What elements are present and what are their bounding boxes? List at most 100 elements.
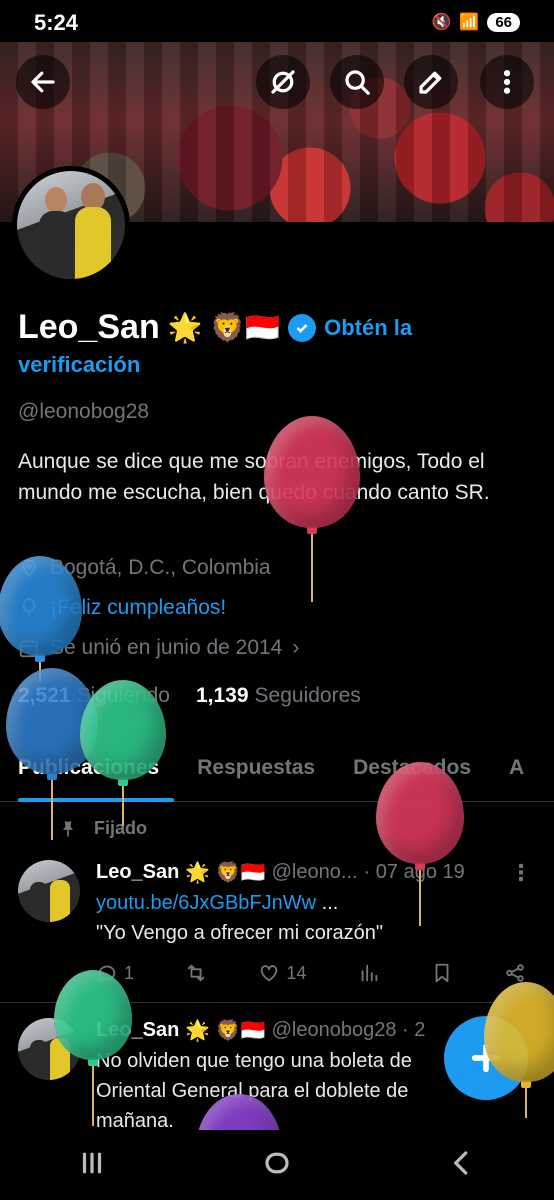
tab-publicaciones[interactable]: Publicaciones xyxy=(0,746,174,802)
post-author-handle: @leonobog28 · 2 xyxy=(271,1019,426,1041)
post-author-emojis: 🌟 🦁🇮🇩 xyxy=(185,1020,266,1042)
reply-count: 1 xyxy=(124,962,135,983)
grok-button[interactable] xyxy=(256,55,310,109)
post-text: "Yo Vengo a ofrecer mi corazón" xyxy=(96,922,383,944)
tab-label: A xyxy=(509,756,525,779)
like-button[interactable]: 14 xyxy=(258,962,306,984)
followers-link[interactable]: 1,139 Seguidores xyxy=(196,684,361,708)
search-icon xyxy=(345,70,370,95)
reply-button[interactable]: 1 xyxy=(96,962,134,984)
tab-label: Destacados xyxy=(353,756,471,779)
tab-label: Publicaciones xyxy=(18,756,160,779)
repost-button[interactable] xyxy=(185,962,207,984)
post-body: No olviden que tengo una boleta de Orien… xyxy=(96,1046,412,1130)
profile-avatar[interactable] xyxy=(12,166,130,284)
post-header: Leo_San 🌟 🦁🇮🇩 @leono... · 07 ago 19 xyxy=(96,860,465,885)
balloon-decoration xyxy=(264,416,360,602)
birthday-text[interactable]: ¡Feliz cumpleaños! xyxy=(50,596,226,620)
followers-count: 1,139 xyxy=(195,684,249,707)
joined-text: Se unió en junio de 2014 xyxy=(50,636,283,659)
system-navigation-bar xyxy=(0,1130,554,1200)
status-icons: 🔇 📶 66 xyxy=(431,12,520,32)
post-author-emojis: 🌟 🦁🇮🇩 xyxy=(185,862,266,884)
edit-icon xyxy=(419,71,442,94)
plus-icon xyxy=(471,1043,501,1073)
wifi-icon: 📶 xyxy=(459,14,480,31)
post-divider xyxy=(0,1002,554,1003)
profile-bio: Aunque se dice que me sobran enemigos, T… xyxy=(18,450,490,504)
tab-label: Respuestas xyxy=(197,756,316,779)
like-icon xyxy=(261,965,278,982)
profile-handle: @leonobog28 xyxy=(18,400,150,423)
post-link[interactable]: youtu.be/6JxGBbFJnWw xyxy=(96,892,316,914)
balloon-icon xyxy=(22,597,36,618)
recent-apps-icon xyxy=(83,1152,102,1173)
battery-badge: 66 xyxy=(487,12,520,32)
recent-apps-button[interactable] xyxy=(77,1148,107,1183)
post-text-line: No olviden que tengo una boleta de xyxy=(96,1050,412,1072)
share-button[interactable] xyxy=(504,962,526,984)
views-button[interactable] xyxy=(358,962,380,984)
like-count: 14 xyxy=(286,962,307,983)
chevron-right-icon: › xyxy=(292,636,300,659)
pin-icon xyxy=(63,821,73,836)
following-link[interactable]: 2,521 Siguiendo xyxy=(18,684,170,708)
get-verified-link-continued[interactable]: verificación xyxy=(18,352,140,378)
active-tab-indicator xyxy=(18,798,174,802)
post-avatar[interactable] xyxy=(18,1018,80,1080)
profile-joined[interactable]: Se unió en junio de 2014 › xyxy=(18,636,299,660)
views-icon xyxy=(361,964,377,982)
post-text-line: mañana. xyxy=(96,1110,174,1130)
pinned-indicator: Fijado xyxy=(58,818,147,839)
verified-badge-icon[interactable] xyxy=(288,313,317,342)
post-link-suffix: ... xyxy=(316,892,339,914)
tab-destacados[interactable]: Destacados xyxy=(315,746,471,801)
reply-icon xyxy=(98,965,116,982)
follow-stats: 2,521 Siguiendo 1,139 Seguidores xyxy=(18,684,361,708)
tab-more[interactable]: A xyxy=(471,746,524,801)
calendar-icon xyxy=(19,639,39,658)
bookmark-icon xyxy=(435,963,449,983)
search-button[interactable] xyxy=(330,55,384,109)
bookmark-button[interactable] xyxy=(431,962,453,984)
back-arrow-icon xyxy=(31,71,55,93)
post-header: Leo_San 🌟 🦁🇮🇩 @leonobog28 · 2 xyxy=(96,1018,425,1043)
post-author-name: Leo_San xyxy=(96,861,180,883)
home-icon xyxy=(265,1152,289,1173)
profile-name: Leo_San xyxy=(18,308,160,346)
retweet-icon xyxy=(187,964,205,982)
chevron-left-icon xyxy=(453,1150,468,1175)
post-more-button[interactable]: ⋮ xyxy=(510,860,532,886)
profile-name-row: Leo_San 🌟 🦁🇮🇩 Obtén la xyxy=(18,308,412,347)
profile-tabs: Publicaciones Respuestas Destacados A xyxy=(0,746,554,802)
location-icon xyxy=(22,559,36,578)
more-options-button[interactable] xyxy=(480,55,534,109)
more-icon xyxy=(503,70,511,94)
followers-label: Seguidores xyxy=(254,684,361,707)
post-date: · 07 ago 19 xyxy=(363,861,465,883)
post-author-name: Leo_San xyxy=(96,1019,180,1041)
grok-icon xyxy=(271,70,295,94)
back-nav-button[interactable] xyxy=(447,1148,477,1183)
back-button[interactable] xyxy=(16,55,70,109)
status-time: 5:24 xyxy=(34,10,79,35)
post-body: youtu.be/6JxGBbFJnWw ... "Yo Vengo a ofr… xyxy=(96,888,383,948)
edit-button[interactable] xyxy=(404,55,458,109)
post-actions: 1 14 xyxy=(96,962,526,984)
following-label: Siguiendo xyxy=(76,684,170,707)
pinned-label: Fijado xyxy=(94,818,147,838)
post-item[interactable]: Leo_San 🌟 🦁🇮🇩 @leono... · 07 ago 19 ⋮ yo… xyxy=(0,850,554,1002)
home-button[interactable] xyxy=(262,1148,292,1183)
share-icon xyxy=(506,964,524,982)
post-avatar[interactable] xyxy=(18,860,80,922)
mute-icon: 🔇 xyxy=(431,14,452,31)
get-verified-link[interactable]: Obtén la xyxy=(324,315,412,341)
tab-respuestas[interactable]: Respuestas xyxy=(159,746,315,801)
status-bar: 5:24 🔇 📶 66 xyxy=(0,0,554,42)
profile-birthday: ¡Feliz cumpleaños! xyxy=(18,596,226,620)
location-text: Bogotá, D.C., Colombia xyxy=(50,556,271,579)
profile-name-emojis: 🌟 🦁🇮🇩 xyxy=(167,312,281,343)
following-count: 2,521 xyxy=(18,684,71,707)
post-author-handle: @leono... xyxy=(271,861,358,883)
compose-post-button[interactable] xyxy=(444,1016,528,1100)
